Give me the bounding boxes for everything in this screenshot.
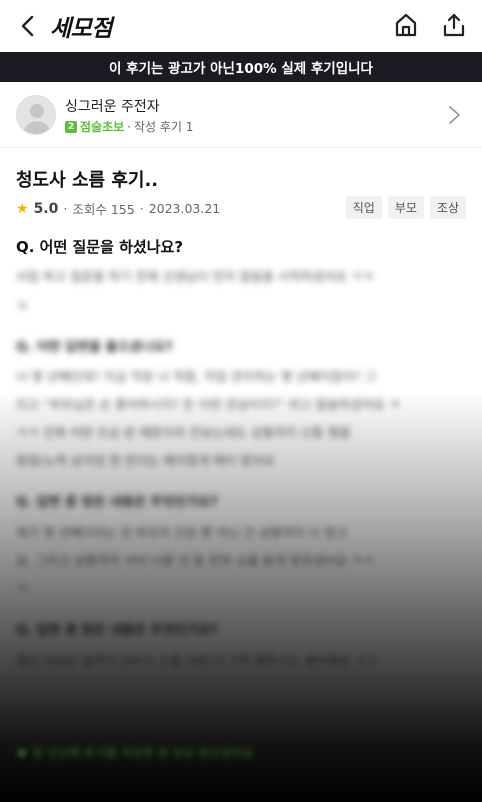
rating-value: 5.0 bbox=[33, 200, 59, 217]
top-bar: 세모점 bbox=[0, 0, 482, 52]
bullet-icon bbox=[18, 748, 26, 757]
level-name: 점술초보 bbox=[80, 120, 125, 134]
home-icon bbox=[395, 13, 417, 37]
blurred-answer-line: 요, 그리고 상황까지 서야 나중 것 등 전부 소름 돋게 맞추셨어요 ㅋㅋ bbox=[16, 553, 375, 568]
author-meta: 2 점술초보 · 작성 후기 1 bbox=[65, 118, 193, 135]
app-title: 세모점 bbox=[50, 16, 112, 42]
level-badge: 2 bbox=[65, 120, 77, 133]
banner-highlight: 100% 실제 후기입니다 bbox=[234, 61, 373, 77]
tag-parents[interactable]: 부모 bbox=[387, 196, 424, 219]
star-icon: ★ bbox=[16, 200, 29, 217]
blurred-question-heading: Q. 답변 중 맞은 내용은 무엇인가요? bbox=[16, 495, 218, 510]
blurred-answer-line: 왕참(노력 상이었 한 번이는 왜이렇게 떼이 맞아요 bbox=[16, 453, 275, 468]
tag-ancestors[interactable]: 조상 bbox=[429, 196, 466, 219]
chevron-left-icon bbox=[21, 15, 34, 37]
hidden-note: 점 신선해 후기를 작성한 분 보상 받으셨어요 bbox=[18, 744, 254, 761]
home-button[interactable] bbox=[392, 11, 420, 39]
meta-separator: · bbox=[63, 201, 68, 216]
authenticity-banner: 이 후기는 광고가 아닌 100% 실제 후기입니다 bbox=[0, 52, 482, 82]
review-meta: ★ 5.0 · 조회수 155 · 2023.03.21 bbox=[16, 199, 220, 218]
blurred-question-heading: Q. 어떤 답변을 들으셨나요? bbox=[16, 340, 173, 355]
tag-list: 직업 부모 조상 bbox=[345, 196, 466, 219]
chevron-right-icon bbox=[449, 106, 460, 124]
blurred-answer-line: ㅋ bbox=[16, 299, 28, 314]
review-title: 청도사 소름 후기.. bbox=[16, 170, 159, 191]
author-name: 싱그러운 주전자 bbox=[65, 99, 160, 115]
share-button[interactable] bbox=[440, 11, 468, 39]
review-count: 작성 후기 1 bbox=[134, 120, 194, 134]
meta-separator: · bbox=[139, 201, 144, 216]
author-row[interactable]: 싱그러운 주전자 2 점술초보 · 작성 후기 1 bbox=[0, 82, 482, 148]
blurred-answer-line: ㅋㅋ 진짜 어떤 조상 분 때문이라 안보는데도 상황까지 신통 했음 bbox=[16, 425, 351, 440]
blurred-answer-line: 리고 “부모님은 손 좋아하시지? 돈 이런 관심이지?” 라고 말씀하셨어요 … bbox=[16, 397, 400, 412]
blurred-question-heading: Q. 답변 중 맞은 내용은 무엇인가요? bbox=[16, 623, 218, 638]
question-heading: Q. 어떤 질문을 하셨나요? bbox=[16, 238, 184, 256]
blurred-answer-line: 사업 하고 질문을 하기 전에 선생님이 먼저 말씀을 시작하셨어요 ㅋㅋ bbox=[16, 269, 374, 284]
review-date: 2023.03.21 bbox=[148, 201, 221, 216]
banner-prefix: 이 후기는 광고가 아닌 bbox=[109, 61, 235, 77]
share-icon bbox=[443, 13, 465, 37]
back-button[interactable] bbox=[14, 12, 42, 40]
hidden-note-text: 점 신선해 후기를 작성한 분 보상 받으셨어요 bbox=[32, 746, 254, 760]
view-count: 조회수 155 bbox=[72, 202, 135, 217]
blurred-answer-line: 중간 지났던 일까지 모두다 소름 이런 다 기억 해주시는 분이에요 ㅋㅋ bbox=[16, 653, 378, 668]
tag-job[interactable]: 직업 bbox=[345, 196, 382, 219]
avatar bbox=[16, 95, 56, 135]
blurred-answer-line: 제가 몇 년째이라는 것 부모의 건강 뿐 아닌 건 상황까지 다 맞고 bbox=[16, 525, 348, 540]
meta-separator: · bbox=[127, 119, 131, 134]
blurred-answer-line: 너 몇 년째인데? 지금 직장 너 적합, 직업 관리하는 몇 년째이잖아? 그 bbox=[16, 369, 376, 384]
blurred-answer-line: ㅋ bbox=[16, 581, 28, 596]
